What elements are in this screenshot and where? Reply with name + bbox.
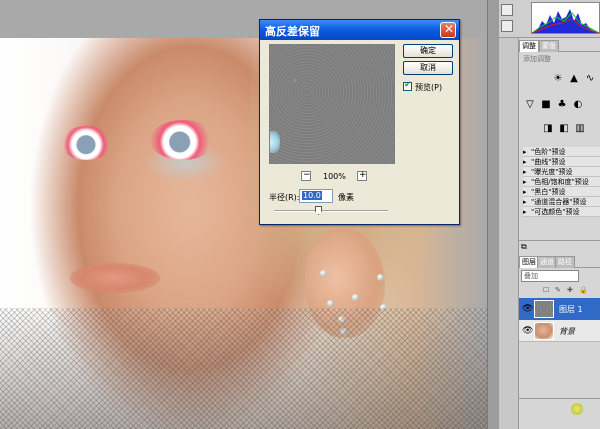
preset-item[interactable]: ▸ "曝光度"预设 bbox=[523, 167, 600, 177]
earring-pearl bbox=[352, 294, 359, 301]
filter-preview[interactable] bbox=[269, 44, 395, 164]
hue-icon[interactable]: ♣ bbox=[555, 98, 569, 112]
expand-triangle-icon: ▸ bbox=[523, 158, 527, 166]
tab-paths[interactable]: 路径 bbox=[555, 256, 575, 268]
layers-tabs: 图层 通道 路径 bbox=[519, 256, 600, 268]
histogram-panel bbox=[499, 0, 600, 38]
panel-menu-icon[interactable]: ⧉ bbox=[521, 242, 527, 252]
earring-pearl bbox=[377, 274, 384, 281]
add-style-icon[interactable] bbox=[571, 403, 583, 415]
brightness-icon[interactable]: ☀ bbox=[551, 72, 565, 86]
layer-row[interactable]: 👁 背景 bbox=[519, 320, 600, 342]
expand-triangle-icon: ▸ bbox=[523, 178, 527, 186]
layer-thumbnail bbox=[534, 322, 554, 340]
layer-row[interactable]: 👁 图层 1 bbox=[519, 298, 600, 320]
preset-item[interactable]: ▸ "可选颜色"预设 bbox=[523, 207, 600, 217]
preset-item[interactable]: ▸ "色阶"预设 bbox=[523, 147, 600, 157]
lock-all-icon[interactable]: 🔒 bbox=[579, 286, 588, 294]
histogram-graph bbox=[531, 9, 600, 34]
preview-highlight bbox=[270, 131, 280, 153]
lock-transparency-icon[interactable]: ☐ bbox=[543, 286, 549, 294]
tab-adjustments[interactable]: 调整 bbox=[519, 40, 539, 52]
layers-footer bbox=[519, 398, 600, 416]
curves-icon[interactable]: ∿ bbox=[583, 72, 597, 86]
preview-checkbox[interactable]: ✔ bbox=[403, 80, 412, 91]
radius-input[interactable]: 10.0 bbox=[299, 189, 333, 203]
preview-label: 预览(P) bbox=[415, 83, 443, 92]
radius-label: 半径(R): bbox=[269, 193, 300, 202]
minus-icon: − bbox=[303, 170, 311, 180]
invert-icon[interactable]: ◧ bbox=[557, 122, 571, 136]
tulle-veil bbox=[0, 308, 487, 429]
radius-unit: 像素 bbox=[338, 193, 354, 202]
expand-triangle-icon: ▸ bbox=[523, 208, 527, 216]
gradient-map-icon[interactable]: ▥ bbox=[573, 122, 587, 136]
preset-item[interactable]: ▸ "通道混合器"预设 bbox=[523, 197, 600, 207]
radius-slider-track[interactable] bbox=[274, 210, 388, 212]
balance-icon[interactable]: ◐ bbox=[571, 98, 585, 112]
preset-item[interactable]: ▸ "色相/饱和度"预设 bbox=[523, 177, 600, 187]
lips bbox=[70, 263, 160, 293]
adjustment-icons: ☀ ▲ ∿ ▽ ■ ♣ ◐ ◨ ◧ ▥ bbox=[519, 70, 600, 140]
visibility-eye-icon[interactable]: 👁 bbox=[522, 326, 533, 336]
tab-masks[interactable]: 蒙版 bbox=[539, 40, 559, 52]
lock-paint-icon[interactable]: ✎ bbox=[555, 286, 561, 294]
layer-name: 背景 bbox=[559, 327, 575, 336]
expand-triangle-icon: ▸ bbox=[523, 198, 527, 206]
preset-list: ▸ "色阶"预设 ▸ "曲线"预设 ▸ "曝光度"预设 ▸ "色相/饱和度"预设 ▸ "黑… bbox=[523, 147, 600, 217]
close-icon: ✕ bbox=[444, 22, 455, 36]
zoom-out-button[interactable]: − bbox=[301, 170, 311, 181]
high-pass-dialog: 高反差保留 ✕ − 100% + 确定 取消 ✔ 预览(P) 半径(R): 10… bbox=[259, 19, 460, 225]
adjustments-footer: ⧉ bbox=[519, 240, 600, 254]
plus-icon: + bbox=[359, 170, 367, 180]
zoom-in-button[interactable]: + bbox=[357, 170, 367, 181]
histogram bbox=[531, 2, 600, 34]
levels-icon[interactable]: ▲ bbox=[567, 72, 581, 86]
ok-button[interactable]: 确定 bbox=[403, 44, 453, 58]
tab-channels[interactable]: 通道 bbox=[537, 256, 557, 268]
bw-icon[interactable]: ◨ bbox=[541, 122, 555, 136]
expand-triangle-icon: ▸ bbox=[523, 168, 527, 176]
expand-triangle-icon: ▸ bbox=[523, 148, 527, 156]
vibrance-icon[interactable]: ■ bbox=[539, 98, 553, 112]
right-eye bbox=[150, 120, 216, 160]
visibility-eye-icon[interactable]: 👁 bbox=[522, 304, 533, 314]
lock-controls: ☐ ✎ ✚ 🔒 bbox=[519, 286, 600, 296]
earring-pearl bbox=[320, 270, 327, 277]
tab-layers[interactable]: 图层 bbox=[519, 256, 539, 268]
navigator-icon[interactable] bbox=[501, 4, 513, 16]
blend-mode-select[interactable]: 叠加 bbox=[521, 270, 579, 282]
expand-triangle-icon: ▸ bbox=[523, 188, 527, 196]
checkmark-icon: ✔ bbox=[404, 80, 412, 90]
exposure-icon[interactable]: ▽ bbox=[523, 98, 537, 112]
earring-pearl bbox=[327, 300, 334, 307]
radius-value: 10.0 bbox=[302, 191, 322, 200]
radius-slider-thumb[interactable] bbox=[315, 206, 322, 215]
dialog-title: 高反差保留 bbox=[265, 25, 320, 38]
dialog-titlebar[interactable]: 高反差保留 ✕ bbox=[260, 20, 459, 40]
adjustments-subtitle: 添加调整 bbox=[523, 55, 551, 63]
panel-divider[interactable] bbox=[487, 0, 499, 429]
zoom-level: 100% bbox=[323, 172, 346, 181]
lock-move-icon[interactable]: ✚ bbox=[567, 286, 573, 294]
layer-name: 图层 1 bbox=[559, 305, 583, 314]
layer-thumbnail bbox=[534, 300, 554, 318]
right-panels: 调整 蒙版 添加调整 ☀ ▲ ∿ ▽ ■ ♣ ◐ ◨ ◧ ▥ ▸ "色阶"预设 ▸… bbox=[499, 0, 600, 429]
panel-icon-strip bbox=[499, 38, 519, 429]
preset-item[interactable]: ▸ "黑白"预设 bbox=[523, 187, 600, 197]
preset-item[interactable]: ▸ "曲线"预设 bbox=[523, 157, 600, 167]
left-eye bbox=[60, 126, 112, 160]
adjustments-tabs: 调整 蒙版 bbox=[519, 40, 600, 52]
info-icon[interactable] bbox=[501, 20, 513, 32]
close-button[interactable]: ✕ bbox=[440, 22, 456, 38]
cancel-button[interactable]: 取消 bbox=[403, 61, 453, 75]
